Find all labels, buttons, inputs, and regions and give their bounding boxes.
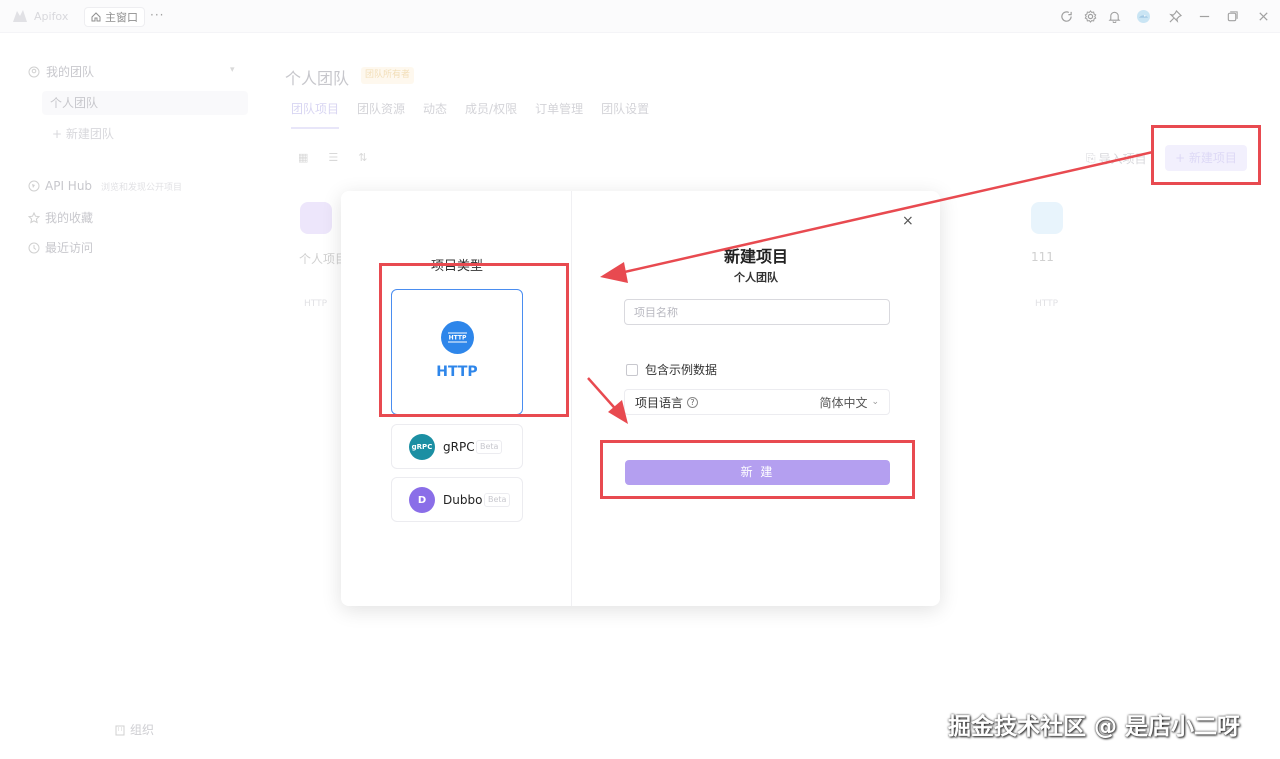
annotation-arrowhead [600,262,628,283]
annotation-arrows [587,150,1154,424]
annotation-arrow [619,150,1154,275]
watermark: 掘金技术社区 @ 是店小二呀 [948,714,1241,740]
